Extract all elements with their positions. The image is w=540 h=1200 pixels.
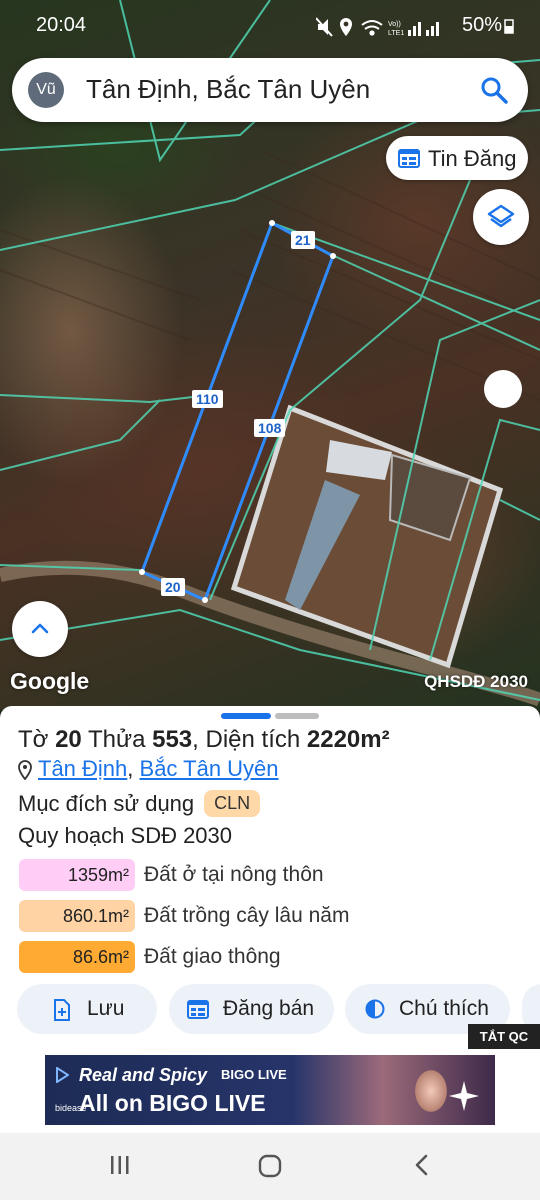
add-file-icon: [54, 999, 70, 1021]
battery-level: 50%: [461, 14, 502, 36]
land-purpose: Mục đích sử dụng CLN: [18, 790, 261, 817]
legend-label: Chú thích: [399, 997, 489, 1020]
location-icon: [340, 18, 352, 36]
district-link[interactable]: Bắc Tân Uyên: [140, 756, 279, 781]
ad-sponsor: bidease: [55, 1103, 87, 1113]
mute-icon: [316, 17, 333, 37]
edge-length-top: 21: [291, 231, 315, 249]
parcel-title: Tờ 20 Thửa 553, Diện tích 2220m²: [18, 726, 390, 753]
land-use-area: 86.6m²: [19, 941, 135, 973]
ad-tagline: All on BIGO LIVE: [79, 1090, 266, 1116]
battery-icon: [504, 19, 514, 34]
search-input[interactable]: Tân Định, Bắc Tân Uyên: [86, 74, 370, 105]
status-time: 20:04: [36, 14, 87, 36]
parcel-location: Tân Định, Bắc Tân Uyên: [18, 756, 279, 782]
status-bar: 20:04 Vo)) LTE1 50%: [0, 0, 540, 52]
user-avatar[interactable]: Vũ: [28, 72, 64, 108]
calendar-list-icon: [187, 1000, 209, 1019]
land-purpose-badge: CLN: [204, 790, 261, 817]
land-use-name: Đất giao thông: [144, 945, 281, 968]
land-use-area: 1359m²: [19, 859, 135, 891]
plan-layer-label: QHSDĐ 2030: [424, 672, 528, 691]
save-button[interactable]: Lưu: [17, 984, 157, 1034]
post-sale-button[interactable]: Đăng bán: [169, 984, 334, 1034]
sheet-page-indicator[interactable]: [275, 713, 319, 719]
layers-button[interactable]: [473, 189, 529, 245]
post-sale-label: Đăng bán: [223, 997, 315, 1020]
home-icon[interactable]: [257, 1153, 283, 1179]
edge-length-bottom: 20: [161, 578, 185, 596]
edge-length-left: 110: [192, 390, 223, 408]
land-use-name: Đất ở tại nông thôn: [144, 863, 324, 886]
play-icon: [56, 1067, 69, 1083]
expand-up-button[interactable]: [12, 601, 68, 657]
search-icon[interactable]: [480, 76, 508, 104]
volte-icon: Vo)): [388, 21, 401, 28]
google-logo: Google: [10, 668, 90, 694]
ad-brand: BIGO LIVE: [221, 1067, 287, 1082]
location-pin-icon: [18, 760, 32, 781]
signal-icon: [408, 22, 439, 36]
system-nav-bar: [0, 1133, 540, 1200]
status-icons: Vo)) LTE1: [316, 17, 439, 37]
parcel-info-sheet[interactable]: Tờ 20 Thửa 553, Diện tích 2220m² Tân Địn…: [0, 706, 540, 1050]
wifi-icon: [361, 20, 383, 36]
save-label: Lưu: [87, 997, 125, 1020]
layers-icon: [487, 204, 515, 228]
ad-strip: Real and Spicy BIGO LIVE All on BIGO LIV…: [0, 1049, 540, 1133]
floating-assist-button[interactable]: [484, 370, 522, 408]
svg-text:LTE1: LTE1: [388, 30, 404, 37]
plan-title: Quy hoạch SDĐ 2030: [18, 823, 233, 848]
ad-headline: Real and Spicy: [79, 1065, 208, 1085]
sparkle-icon: [449, 1081, 479, 1111]
ad-banner[interactable]: Real and Spicy BIGO LIVE All on BIGO LIV…: [45, 1055, 495, 1125]
listings-button[interactable]: Tin Đăng: [386, 136, 528, 180]
recent-apps-icon[interactable]: [108, 1153, 132, 1177]
calendar-list-icon: [398, 149, 420, 168]
close-ad-button[interactable]: TẮT QC: [468, 1024, 540, 1050]
map-view[interactable]: 21 110 108 20 20:04 Vo)) LTE1 50% Vũ Tân…: [0, 0, 540, 710]
contrast-icon: [365, 999, 385, 1019]
edge-length-right: 108: [254, 419, 286, 437]
chevron-up-icon: [31, 623, 49, 634]
land-use-name: Đất trồng cây lâu năm: [144, 904, 350, 927]
land-use-area: 860.1m²: [19, 900, 135, 932]
sheet-page-indicator-active[interactable]: [221, 713, 271, 719]
commune-link[interactable]: Tân Định: [38, 756, 127, 781]
listings-label: Tin Đăng: [428, 146, 517, 171]
search-bar[interactable]: Vũ Tân Định, Bắc Tân Uyên: [12, 58, 528, 122]
back-icon[interactable]: [410, 1153, 434, 1177]
